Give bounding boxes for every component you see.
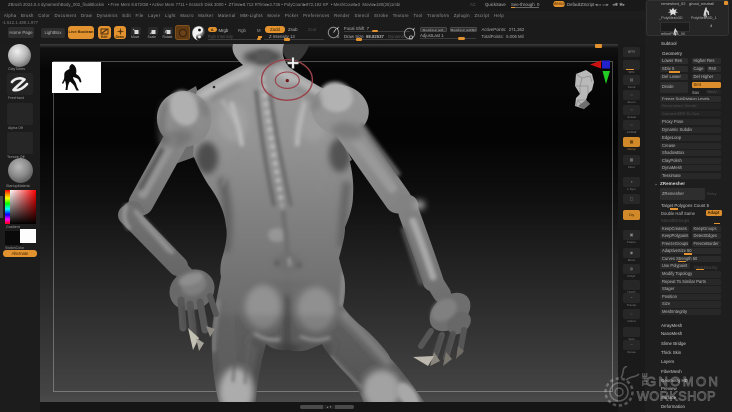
svg-text:S: S [337,34,340,39]
